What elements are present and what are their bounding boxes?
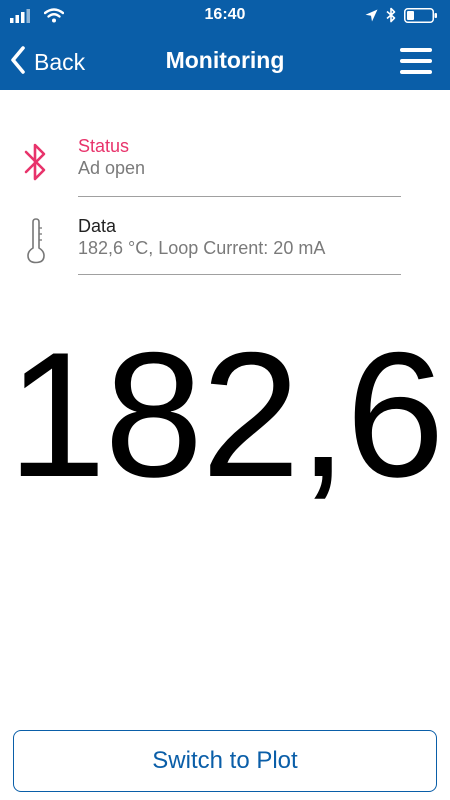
menu-line-icon: [400, 70, 432, 74]
status-value: Ad open: [78, 158, 146, 178]
divider: [78, 274, 401, 275]
current-reading: 182,6: [7, 315, 444, 514]
menu-line-icon: [400, 48, 432, 52]
data-row: Data 182,6 °C, Loop Current: 20 mA: [0, 208, 450, 278]
status-label: Status: [78, 136, 130, 156]
bluetooth-status-icon: [386, 7, 396, 28]
status-row: Status Ad open: [0, 130, 450, 200]
thermometer-icon: [26, 218, 46, 269]
battery-icon: [404, 7, 438, 28]
location-arrow-icon: [365, 9, 378, 27]
bluetooth-icon: [22, 140, 50, 189]
switch-to-plot-button[interactable]: Switch to Plot: [13, 730, 437, 792]
data-value: 182,6 °C, Loop Current: 20 mA: [78, 238, 326, 258]
menu-button[interactable]: [400, 48, 432, 74]
divider: [78, 196, 401, 197]
data-text: Data 182,6 °C, Loop Current: 20 mA: [78, 215, 325, 259]
data-label: Data: [78, 216, 117, 236]
status-text: Status Ad open: [78, 135, 145, 179]
status-bar: 16:40: [0, 0, 450, 34]
back-button-label: Back: [34, 48, 86, 75]
back-button[interactable]: Back: [10, 44, 85, 80]
status-bar-right: [365, 7, 438, 28]
app-header: 16:40 Back Monitoring: [0, 0, 450, 90]
nav-bar: Back Monitoring: [0, 34, 450, 90]
chevron-left-icon: [10, 45, 26, 79]
menu-line-icon: [400, 59, 432, 63]
